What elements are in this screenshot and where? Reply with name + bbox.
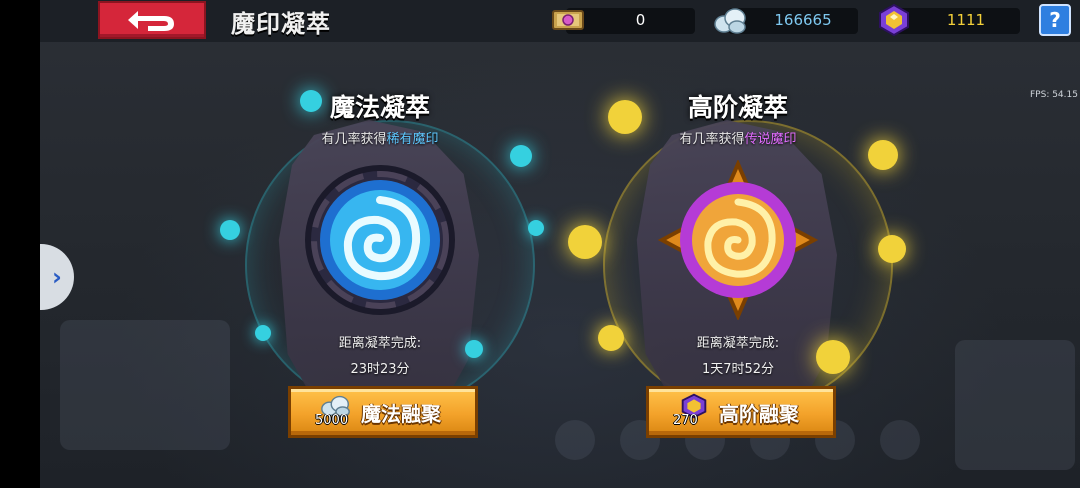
subtitle-highlight: 传说魔印 bbox=[744, 132, 797, 147]
page-title: 魔印凝萃 bbox=[231, 10, 331, 38]
panel-subtitle: 有几率获得稀有魔印 bbox=[210, 128, 550, 147]
magic-fuse-button[interactable]: 5000 魔法融聚 bbox=[288, 386, 478, 438]
panel-title: 高阶凝萃 bbox=[687, 93, 788, 122]
fps-counter: FPS: 54.15 bbox=[1030, 90, 1078, 100]
game-background bbox=[40, 0, 1080, 488]
game-screen: 魔印凝萃 0 166665 1111 ? FPS: 54.15 › 魔法凝萃 有… bbox=[0, 0, 1080, 488]
help-button[interactable]: ? bbox=[1039, 4, 1071, 36]
subtitle-prefix: 有几率获得 bbox=[679, 132, 745, 147]
glow-particle bbox=[568, 225, 602, 259]
currency-ticket: 0 bbox=[550, 7, 695, 34]
back-arrow-icon bbox=[128, 11, 174, 31]
currency-silver: 166665 bbox=[712, 7, 858, 34]
fuse-button-label: 高阶融聚 bbox=[719, 402, 799, 426]
fuse-button-label: 魔法融聚 bbox=[361, 402, 441, 426]
remain-label: 距离凝萃完成: bbox=[696, 336, 780, 351]
panel-title: 魔法凝萃 bbox=[329, 93, 430, 122]
back-button[interactable] bbox=[98, 1, 206, 39]
remain-label: 距离凝萃完成: bbox=[338, 336, 422, 351]
subtitle-highlight: 稀有魔印 bbox=[386, 132, 439, 147]
glow-particle bbox=[220, 220, 240, 240]
background-panel bbox=[955, 340, 1075, 470]
glow-particle bbox=[510, 145, 532, 167]
fuse-cost: 5000 bbox=[315, 413, 349, 428]
advanced-condense-panel: 高阶凝萃 有几率获得传说魔印 距离凝萃完成: 1天7时52分 270 高阶融聚 bbox=[568, 70, 908, 470]
chevron-right-icon: › bbox=[52, 263, 62, 291]
magic-orb-icon bbox=[305, 165, 455, 315]
background-panel bbox=[60, 320, 230, 450]
help-icon: ? bbox=[1049, 8, 1061, 32]
currency-ticket-value: 0 bbox=[635, 11, 646, 29]
countdown-timer: 1天7时52分 bbox=[701, 362, 775, 377]
gem-icon bbox=[879, 4, 909, 36]
silver-ore-icon bbox=[714, 8, 746, 34]
magic-ticket-icon bbox=[552, 10, 584, 30]
glow-particle bbox=[878, 235, 906, 263]
advanced-orb-icon bbox=[658, 160, 818, 320]
currency-gem-value: 1111 bbox=[946, 11, 986, 29]
currency-silver-value: 166665 bbox=[774, 11, 832, 29]
subtitle-prefix: 有几率获得 bbox=[321, 132, 387, 147]
screen-bezel bbox=[0, 0, 40, 488]
currency-gem: 1111 bbox=[876, 4, 1020, 36]
fuse-cost: 270 bbox=[673, 413, 698, 428]
glow-particle bbox=[528, 220, 544, 236]
magic-condense-panel: 魔法凝萃 有几率获得稀有魔印 距离凝萃完成: 23时23分 5000 魔法融聚 bbox=[210, 70, 550, 470]
advanced-fuse-button[interactable]: 270 高阶融聚 bbox=[646, 386, 836, 438]
panel-subtitle: 有几率获得传说魔印 bbox=[568, 128, 908, 147]
countdown-timer: 23时23分 bbox=[350, 362, 410, 377]
